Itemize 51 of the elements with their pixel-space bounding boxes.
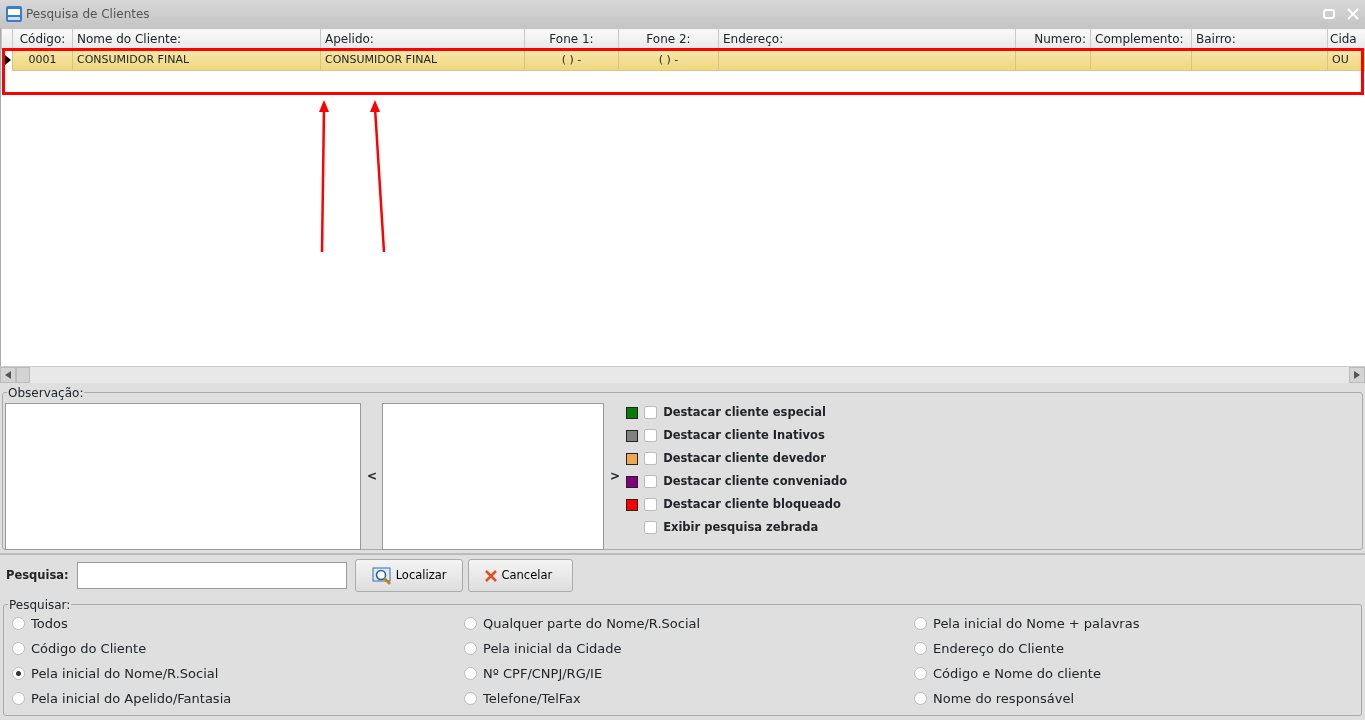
radio-option[interactable]: Código do Cliente: [12, 636, 464, 661]
checkbox-label: Destacar cliente conveniado: [663, 472, 848, 490]
radio-option[interactable]: Código e Nome do cliente: [914, 661, 1353, 686]
radio-option[interactable]: Pela inicial do Nome + palavras: [914, 611, 1353, 636]
memo-field[interactable]: [5, 403, 361, 550]
close-icon: [485, 569, 498, 582]
checkbox[interactable]: [644, 429, 658, 442]
search-field[interactable]: [76, 562, 347, 589]
checkbox[interactable]: [644, 452, 658, 465]
window-title: Pesquisa de Clientes: [26, 6, 150, 23]
radio-option[interactable]: Todos: [12, 611, 464, 636]
table-cell: CONSUMIDOR FINAL: [320, 49, 525, 71]
search-label: Pesquisa:: [6, 566, 69, 584]
radio-option[interactable]: Telefone/TelFax: [464, 686, 914, 711]
radio-option[interactable]: Pela inicial do Apelido/Fantasia: [12, 686, 464, 711]
column-header[interactable]: Apelido:: [320, 28, 525, 50]
radio-option[interactable]: Pela inicial do Nome/R.Social: [12, 661, 464, 686]
find-button[interactable]: Localizar: [354, 559, 464, 592]
checkbox[interactable]: [644, 498, 658, 511]
radio-option[interactable]: Nome do responsável: [914, 686, 1353, 711]
table-cell: 0001: [12, 49, 73, 71]
column-header[interactable]: Nome do Cliente:: [72, 28, 321, 50]
checkbox-label: Destacar cliente bloqueado: [663, 495, 841, 513]
search-icon: [371, 566, 392, 585]
column-header[interactable]: Endereço:: [718, 28, 1016, 50]
scroll-right-button[interactable]: [1349, 367, 1365, 383]
scroll-left-button[interactable]: [0, 367, 16, 383]
group-label: Pesquisar:: [8, 596, 72, 614]
checkbox[interactable]: [644, 475, 658, 488]
left-arrow-icon: [5, 371, 11, 379]
right-arrow-icon: [1354, 371, 1360, 379]
scrollbar-thumb[interactable]: [16, 367, 30, 383]
radio-option[interactable]: Qualquer parte do Nome/R.Social: [464, 611, 914, 636]
app-logo-icon: [6, 6, 22, 22]
checkbox-label: Destacar cliente especial: [663, 403, 826, 421]
radio-option[interactable]: Nº CPF/CNPJ/RG/IE: [464, 661, 914, 686]
radio-option[interactable]: Endereço do Cliente: [914, 636, 1353, 661]
checkbox[interactable]: [644, 521, 658, 534]
checkbox[interactable]: [644, 406, 658, 419]
memo-field[interactable]: [382, 403, 605, 550]
checkbox-label: Exibir pesquisa zebrada: [663, 518, 819, 536]
right-arrow-button[interactable]: >: [610, 467, 621, 485]
cancel-button[interactable]: Cancelar: [468, 559, 574, 592]
radio-option[interactable]: Pela inicial da Cidade: [464, 636, 914, 661]
group-label: Observação:: [7, 384, 85, 402]
restore-icon[interactable]: [1323, 9, 1335, 19]
checkbox-label: Destacar cliente Inativos: [663, 426, 825, 444]
left-arrow-button[interactable]: <: [367, 467, 378, 485]
table-cell: CONSUMIDOR FINAL: [72, 49, 321, 71]
checkbox-label: Destacar cliente devedor: [663, 449, 826, 467]
close-icon[interactable]: [1347, 8, 1359, 20]
